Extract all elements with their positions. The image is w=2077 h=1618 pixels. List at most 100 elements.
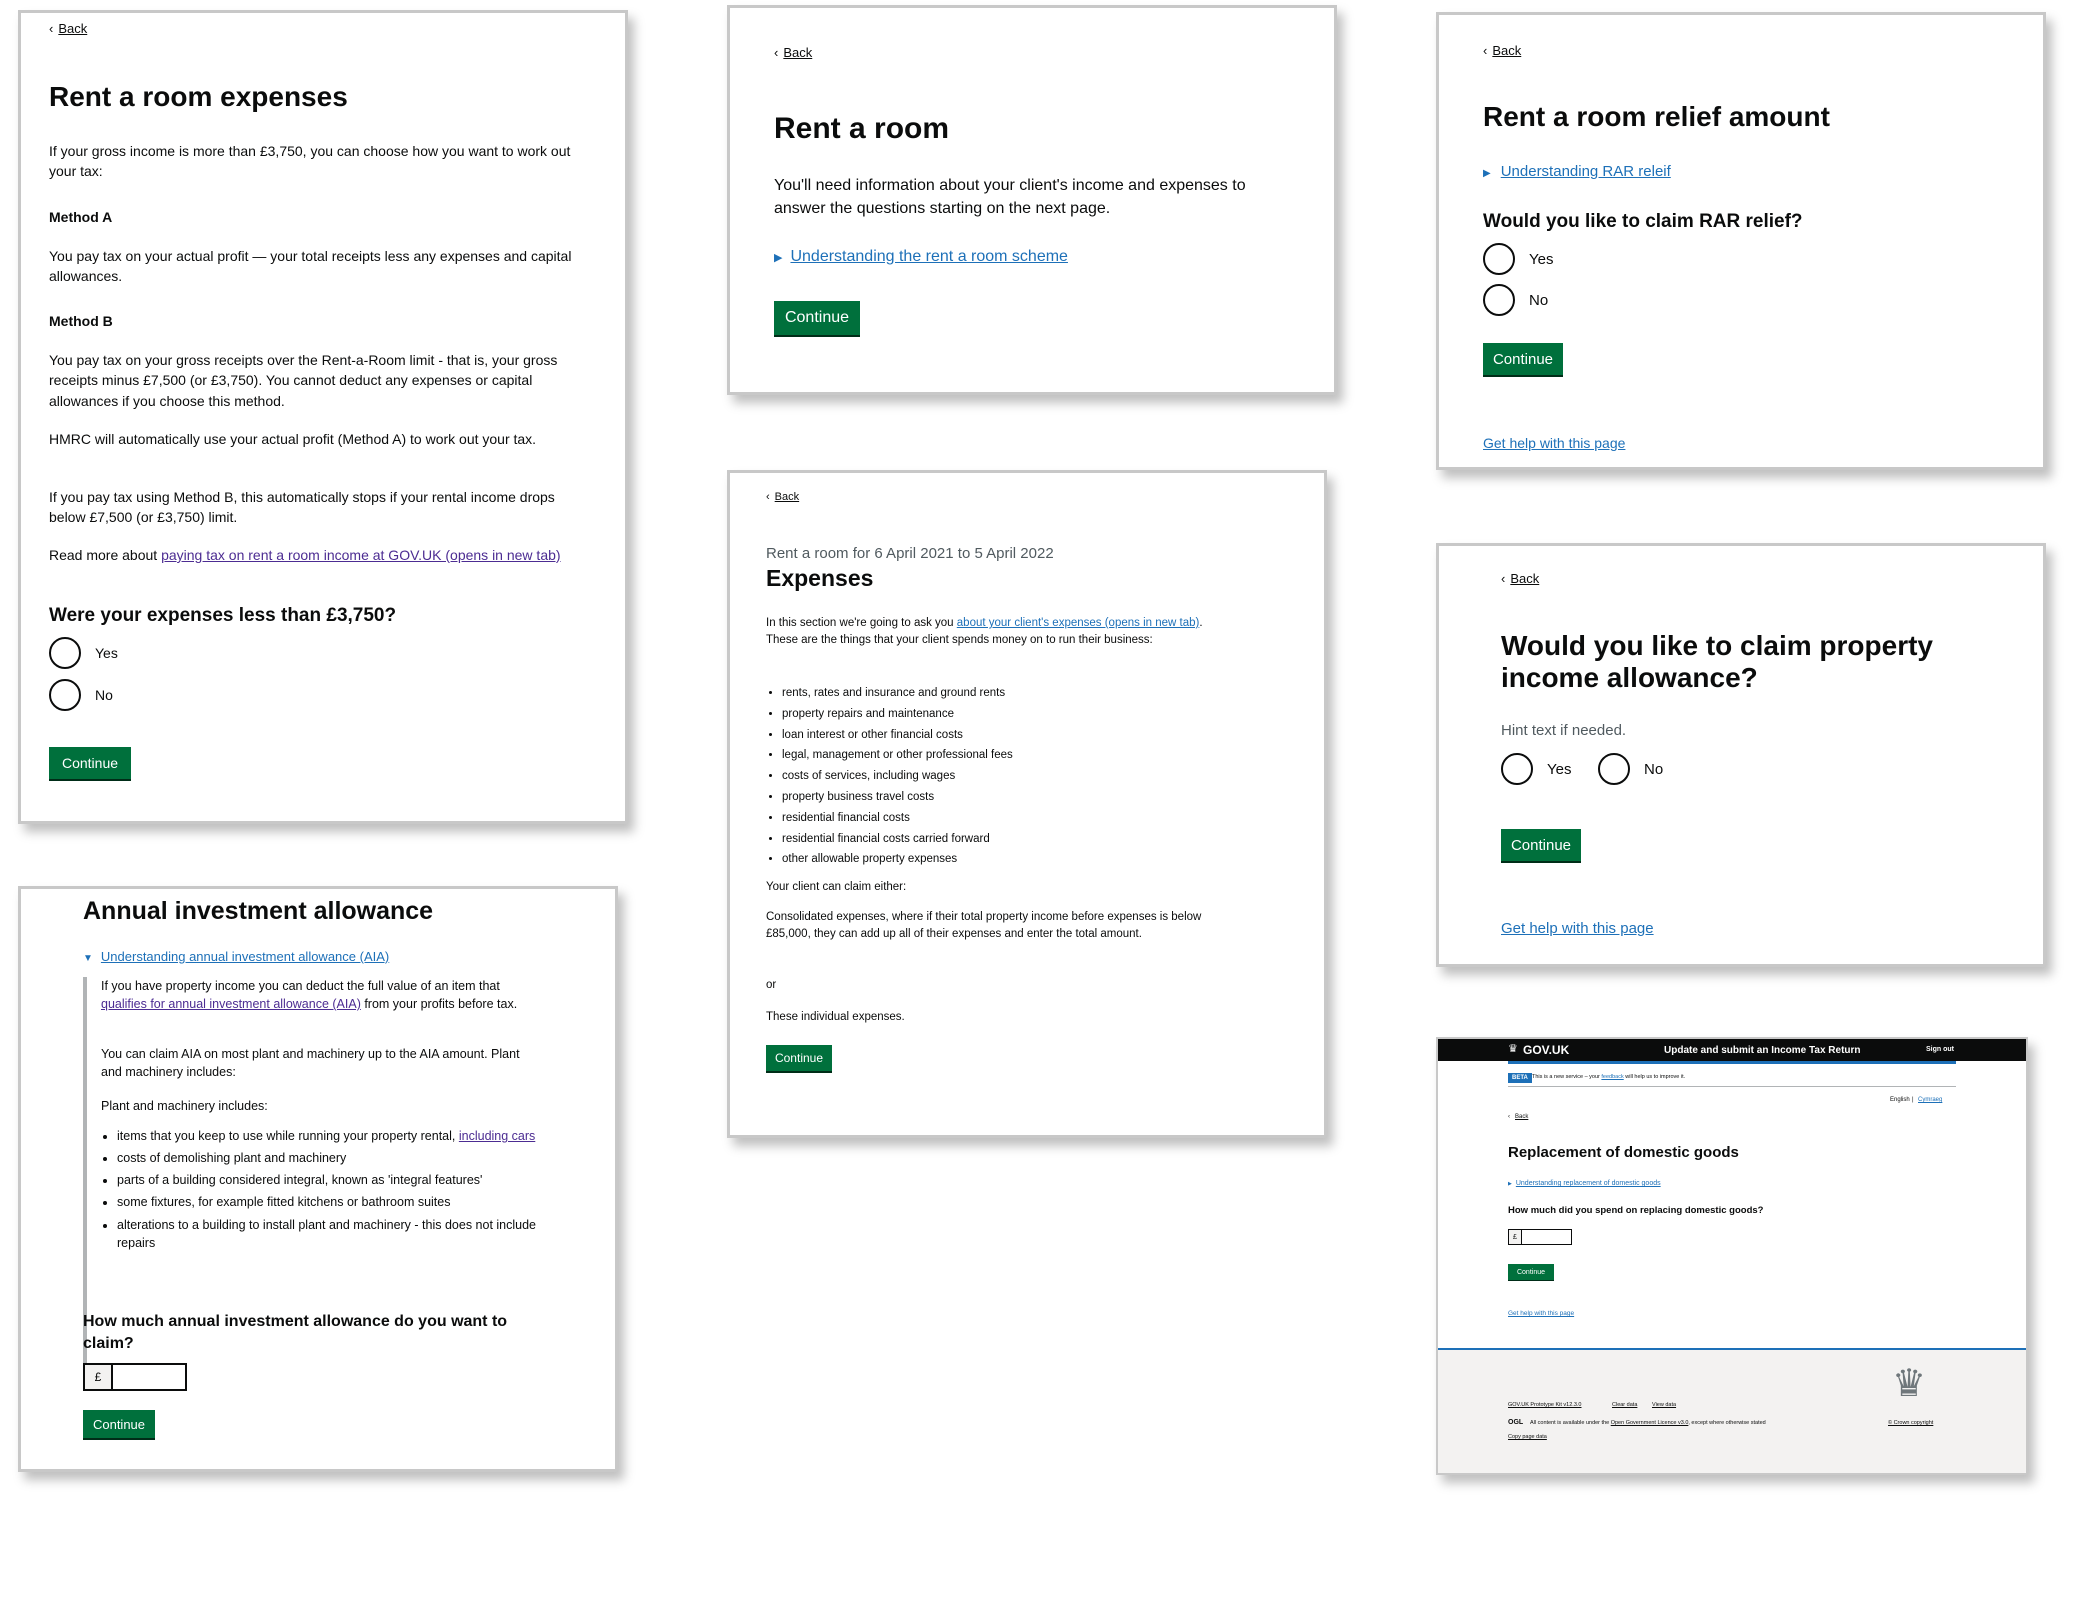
radio-no-circle[interactable]: [49, 679, 81, 711]
radio-yes-circle[interactable]: [49, 637, 81, 669]
hmrc-text: HMRC will automatically use your actual …: [49, 431, 537, 447]
rent-a-room-card: ‹ Back Rent a room You'll need informatio…: [727, 5, 1337, 395]
help-link[interactable]: Get help with this page: [1501, 920, 1654, 937]
aia-text-1: If you have property income you can dedu…: [101, 979, 518, 1012]
details-summary[interactable]: ▶ Understanding RAR releif: [1483, 163, 1671, 180]
list-item: costs of services, including wages: [782, 766, 1222, 787]
radio-no[interactable]: No: [1483, 284, 1548, 316]
replacement-domestic-goods-card: ♛ GOV.UK Update and submit an Income Tax…: [1436, 1037, 2028, 1475]
expenses-link[interactable]: about your client's expenses (opens in n…: [957, 617, 1200, 629]
header-blue-bar: [1508, 1061, 1956, 1064]
help-link[interactable]: Get help with this page: [1483, 435, 1625, 451]
page-title: Rent a room expenses: [49, 81, 348, 112]
rar-question: Would you like to claim RAR relief?: [1483, 211, 1803, 232]
page-title: Rent a room relief amount: [1483, 101, 1830, 132]
page-title: Annual investment allowance: [83, 897, 434, 925]
copy-page-data-link[interactable]: Copy page data: [1508, 1434, 1547, 1440]
intro-text: In this section we're going to ask you a…: [766, 617, 1203, 647]
radio-yes[interactable]: Yes: [1501, 753, 1571, 785]
continue-button[interactable]: Continue: [1501, 829, 1581, 861]
licence-text: All content is available under the Open …: [1530, 1420, 1766, 1426]
list-item: items that you keep to use while running…: [117, 1127, 537, 1145]
aia-text-2: You can claim AIA on most plant and mach…: [101, 1047, 520, 1080]
expenses-question: Were your expenses less than £3,750?: [49, 605, 397, 626]
back-link[interactable]: ‹ Back: [774, 45, 812, 60]
continue-button[interactable]: Continue: [1508, 1264, 1554, 1280]
details-link[interactable]: Understanding annual investment allowanc…: [101, 949, 389, 964]
continue-button[interactable]: Continue: [1483, 343, 1563, 375]
footer-view-data-link[interactable]: View data: [1652, 1402, 1676, 1408]
details-link[interactable]: Understanding replacement of domestic go…: [1516, 1180, 1661, 1187]
radio-no[interactable]: No: [1598, 753, 1663, 785]
list-item: alterations to a building to install pla…: [117, 1216, 537, 1252]
paying-tax-link[interactable]: paying tax on rent a room income at GOV.…: [161, 547, 560, 563]
rent-a-room-expenses-card: ‹ Back Rent a room expenses If your gross…: [18, 10, 628, 824]
list-item: legal, management or other professional …: [782, 745, 1222, 766]
footer-clear-data-link[interactable]: Clear data: [1612, 1402, 1637, 1408]
radio-no-label: No: [95, 687, 113, 703]
back-link[interactable]: ‹ Back: [766, 491, 799, 503]
continue-button[interactable]: Continue: [766, 1045, 832, 1071]
including-cars-link[interactable]: including cars: [459, 1129, 535, 1143]
continue-button[interactable]: Continue: [49, 747, 131, 779]
consolidated-text: Consolidated expenses, where if their to…: [766, 911, 1202, 941]
aia-amount-input-group: £: [83, 1363, 187, 1391]
method-b-stops-text: If you pay tax using Method B, this auto…: [49, 489, 555, 526]
radio-no[interactable]: No: [49, 679, 113, 711]
service-name[interactable]: Update and submit an Income Tax Return: [1664, 1045, 1861, 1056]
body-text: You'll need information about your clien…: [774, 177, 1246, 218]
sign-out-link[interactable]: Sign out: [1926, 1046, 1954, 1053]
list-item: costs of demolishing plant and machinery: [117, 1149, 537, 1167]
details-link[interactable]: Understanding the rent a room scheme: [790, 248, 1067, 265]
radio-yes-circle[interactable]: [1501, 753, 1533, 785]
aia-text-3: Plant and machinery includes:: [101, 1099, 268, 1113]
radio-no-label: No: [1644, 760, 1664, 778]
page-title: Expenses: [766, 565, 874, 591]
aia-amount-input[interactable]: [113, 1363, 187, 1391]
language-english[interactable]: English: [1890, 1097, 1910, 1103]
back-link[interactable]: ‹ Back: [1501, 571, 1539, 586]
qualifies-link[interactable]: qualifies for annual investment allowanc…: [101, 997, 361, 1011]
triangle-right-icon: ▶: [1483, 168, 1491, 179]
beta-banner-text: This is a new service – your feedback wi…: [1532, 1074, 1686, 1080]
radio-yes[interactable]: Yes: [49, 637, 118, 669]
radio-yes-circle[interactable]: [1483, 243, 1515, 275]
chevron-left-icon: ‹: [1508, 1114, 1510, 1120]
feedback-link[interactable]: feedback: [1601, 1074, 1623, 1080]
domestic-goods-input[interactable]: [1522, 1229, 1572, 1245]
radio-no-circle[interactable]: [1598, 753, 1630, 785]
continue-button[interactable]: Continue: [774, 301, 860, 335]
list-item: property business travel costs: [782, 787, 1222, 808]
annual-investment-allowance-card: Annual investment allowance ▼ Understandi…: [18, 886, 618, 1472]
or-text: or: [766, 979, 777, 991]
help-link[interactable]: Get help with this page: [1508, 1310, 1574, 1317]
aia-question: How much annual investment allowance do …: [83, 1313, 508, 1352]
list-item: other allowable property expenses: [782, 849, 1222, 870]
radio-yes[interactable]: Yes: [1483, 243, 1553, 275]
beta-tag: BETA: [1508, 1073, 1532, 1083]
list-item: property repairs and maintenance: [782, 704, 1222, 725]
radio-yes-label: Yes: [1529, 250, 1554, 268]
crown-copyright-link[interactable]: © Crown copyright: [1888, 1420, 1933, 1426]
list-item: rents, rates and insurance and ground re…: [782, 683, 1222, 704]
govuk-logo[interactable]: GOV.UK: [1523, 1043, 1569, 1057]
page-title: Rent a room: [774, 112, 950, 145]
back-link[interactable]: ‹ Back: [1483, 43, 1521, 58]
chevron-left-icon: ‹: [1501, 571, 1506, 586]
licence-link[interactable]: Open Government Licence v3.0: [1611, 1420, 1689, 1426]
caption: Rent a room for 6 April 2021 to 5 April …: [766, 545, 1054, 562]
details-summary[interactable]: ▶ Understanding replacement of domestic g…: [1508, 1180, 1661, 1187]
triangle-right-icon: ▶: [774, 252, 783, 264]
page-title: Replacement of domestic goods: [1508, 1144, 1739, 1161]
details-summary[interactable]: ▶ Understanding the rent a room scheme: [774, 248, 1068, 266]
continue-button[interactable]: Continue: [83, 1410, 155, 1438]
radio-no-circle[interactable]: [1483, 284, 1515, 316]
language-divider: |: [1912, 1097, 1914, 1103]
details-summary[interactable]: ▼ Understanding annual investment allowan…: [83, 949, 389, 964]
details-link[interactable]: Understanding RAR releif: [1501, 163, 1671, 180]
language-cymraeg[interactable]: Cymraeg: [1918, 1097, 1942, 1103]
back-link[interactable]: ‹ Back: [1508, 1114, 1528, 1120]
list-item: parts of a building considered integral,…: [117, 1171, 537, 1189]
back-link[interactable]: ‹ Back: [49, 21, 87, 36]
footer-kit-link[interactable]: GOV.UK Prototype Kit v12.3.0: [1508, 1402, 1581, 1408]
